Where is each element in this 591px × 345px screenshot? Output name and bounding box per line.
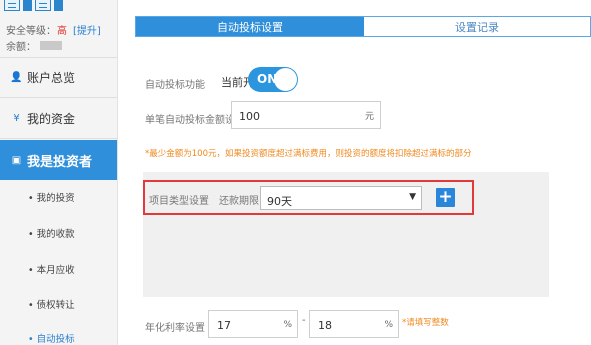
phone-icon[interactable] [23, 0, 32, 11]
amount-label: 单笔自动投标金额设置 [145, 115, 245, 126]
rate-hint: *请填写整数 [402, 318, 449, 328]
amount-value: 100 [239, 110, 260, 123]
upgrade-link[interactable]: [提升] [73, 26, 101, 37]
sub-item-auto-bid[interactable]: • 自动投标 [28, 331, 75, 345]
sub-item-my-receipts[interactable]: • 我的收款 [28, 226, 75, 240]
tab-bar: 自动投标设置 设置记录 [135, 16, 591, 37]
sub-item-my-investments[interactable]: • 我的投资 [28, 190, 75, 204]
nav-my-funds[interactable]: ¥ 我的资金 [0, 98, 117, 138]
rate-min-unit: % [283, 320, 292, 330]
yen-icon: ¥ [13, 112, 20, 124]
sidebar: 安全等级：高 [提升] 余额： 👤 账户总览 ¥ 我的资金 ▣ 我是投资者 • 我… [0, 0, 118, 345]
amount-unit: 元 [364, 112, 374, 122]
nav-account-overview-label: 账户总览 [27, 70, 76, 85]
id-card-icon[interactable] [4, 0, 20, 11]
safety-level: 安全等级：高 [提升] [6, 22, 101, 37]
safety-level-value: 高 [57, 26, 67, 37]
sub-item-monthly-receivable[interactable]: • 本月应收 [28, 262, 75, 276]
divider [0, 138, 117, 139]
sub-item-debt-transfer[interactable]: • 债权转让 [28, 297, 75, 311]
user-icon: 👤 [10, 71, 23, 83]
toggle-knob [274, 68, 297, 91]
repayment-term-select[interactable]: 90天 ▼ [260, 186, 422, 210]
quick-icons [4, 0, 63, 13]
mail-icon[interactable] [35, 0, 51, 11]
tab-auto-bid-settings[interactable]: 自动投标设置 [136, 17, 364, 36]
rate-min-input[interactable]: 17 % [208, 310, 298, 338]
nav-investor[interactable]: ▣ 我是投资者 [0, 140, 117, 180]
balance-masked-value [40, 41, 62, 50]
nav-account-overview[interactable]: 👤 账户总览 [0, 57, 117, 97]
amount-input[interactable]: 100 元 [231, 101, 381, 129]
rate-separator: - [302, 315, 306, 326]
rate-max-value: 18 [318, 319, 332, 332]
add-button[interactable]: + [436, 188, 455, 207]
balance: 余额： [6, 38, 62, 53]
project-type-label: 项目类型设置 [149, 196, 209, 207]
minimum-amount-notice: *最少金额为100元，如果投资额度超过满标费用，则投资的额度将扣除超过满标的部分 [145, 149, 472, 159]
tab-settings-records[interactable]: 设置记录 [364, 17, 590, 36]
rate-max-input[interactable]: 18 % [309, 310, 399, 338]
balance-label: 余额： [6, 42, 36, 53]
nav-investor-label: 我是投资者 [27, 154, 93, 170]
briefcase-icon: ▣ [11, 154, 22, 166]
rate-min-value: 17 [217, 319, 231, 332]
caret-down-icon: ▼ [409, 192, 416, 202]
auto-bid-toggle[interactable]: ON [248, 67, 298, 92]
safety-label: 安全等级： [6, 26, 56, 37]
repayment-term-label: 还款期限 [219, 196, 259, 207]
rate-max-unit: % [384, 320, 393, 330]
rate-label: 年化利率设置 [145, 323, 205, 334]
lock-icon[interactable] [54, 0, 63, 11]
auto-bid-label: 自动投标功能 [145, 80, 205, 91]
repayment-term-value: 90天 [267, 195, 292, 208]
nav-my-funds-label: 我的资金 [27, 111, 76, 126]
